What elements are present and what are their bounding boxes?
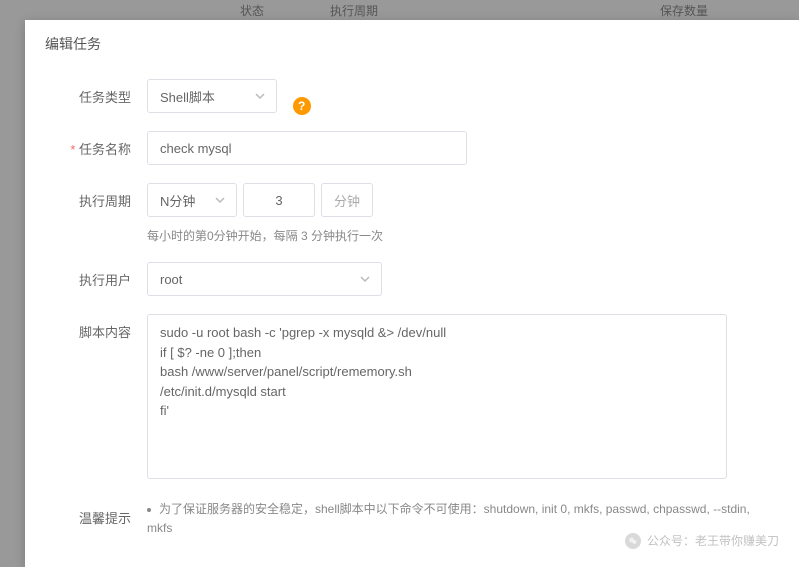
cycle-value-input[interactable] <box>243 183 315 217</box>
content-task-type: Shell脚本 ? <box>147 79 769 113</box>
cycle-hint: 每小时的第0分钟开始，每隔 3 分钟执行一次 <box>147 227 769 244</box>
row-cycle: 执行周期 N分钟 分钟 每小时的第0分钟开始，每隔 3 分钟执行一次 <box>55 183 769 244</box>
cycle-type-value: N分钟 <box>160 191 195 210</box>
help-icon[interactable]: ? <box>293 97 311 115</box>
label-script: 脚本内容 <box>55 314 147 341</box>
tips-line-1: 为了保证服务器的安全稳定，shell脚本中以下命令不可使用：shutdown, … <box>147 502 750 535</box>
content-task-name <box>147 131 769 165</box>
label-user: 执行用户 <box>55 262 147 289</box>
row-task-name: 任务名称 <box>55 131 769 165</box>
row-tips: 温馨提示 为了保证服务器的安全稳定，shell脚本中以下命令不可使用：shutd… <box>55 500 769 538</box>
bg-col-cycle: 执行周期 <box>330 2 410 19</box>
bullet-icon <box>147 508 151 512</box>
label-task-name: 任务名称 <box>55 131 147 158</box>
cycle-type-select[interactable]: N分钟 <box>147 183 237 217</box>
edit-task-modal: 编辑任务 任务类型 Shell脚本 ? 任务名称 执行周期 <box>25 20 799 567</box>
task-type-value: Shell脚本 <box>160 87 215 106</box>
task-form: 任务类型 Shell脚本 ? 任务名称 执行周期 <box>25 69 799 538</box>
script-textarea[interactable] <box>147 314 727 479</box>
label-task-type: 任务类型 <box>55 79 147 106</box>
content-script <box>147 314 769 482</box>
row-user: 执行用户 root <box>55 262 769 296</box>
modal-title: 编辑任务 <box>25 20 799 69</box>
row-task-type: 任务类型 Shell脚本 ? <box>55 79 769 113</box>
content-cycle: N分钟 分钟 每小时的第0分钟开始，每隔 3 分钟执行一次 <box>147 183 769 244</box>
user-select[interactable]: root <box>147 262 382 296</box>
row-script: 脚本内容 <box>55 314 769 482</box>
bg-col-keep: 保存数量 <box>660 2 740 19</box>
chevron-down-icon <box>214 194 226 206</box>
content-user: root <box>147 262 769 296</box>
label-cycle: 执行周期 <box>55 183 147 210</box>
label-tips: 温馨提示 <box>55 500 147 527</box>
chevron-down-icon <box>254 90 266 102</box>
cycle-unit-label: 分钟 <box>321 183 373 217</box>
task-type-select[interactable]: Shell脚本 <box>147 79 277 113</box>
task-name-input[interactable] <box>147 131 467 165</box>
tips-content: 为了保证服务器的安全稳定，shell脚本中以下命令不可使用：shutdown, … <box>147 500 769 538</box>
user-value: root <box>160 272 182 287</box>
chevron-down-icon <box>359 273 371 285</box>
bg-col-status: 状态 <box>240 2 300 19</box>
